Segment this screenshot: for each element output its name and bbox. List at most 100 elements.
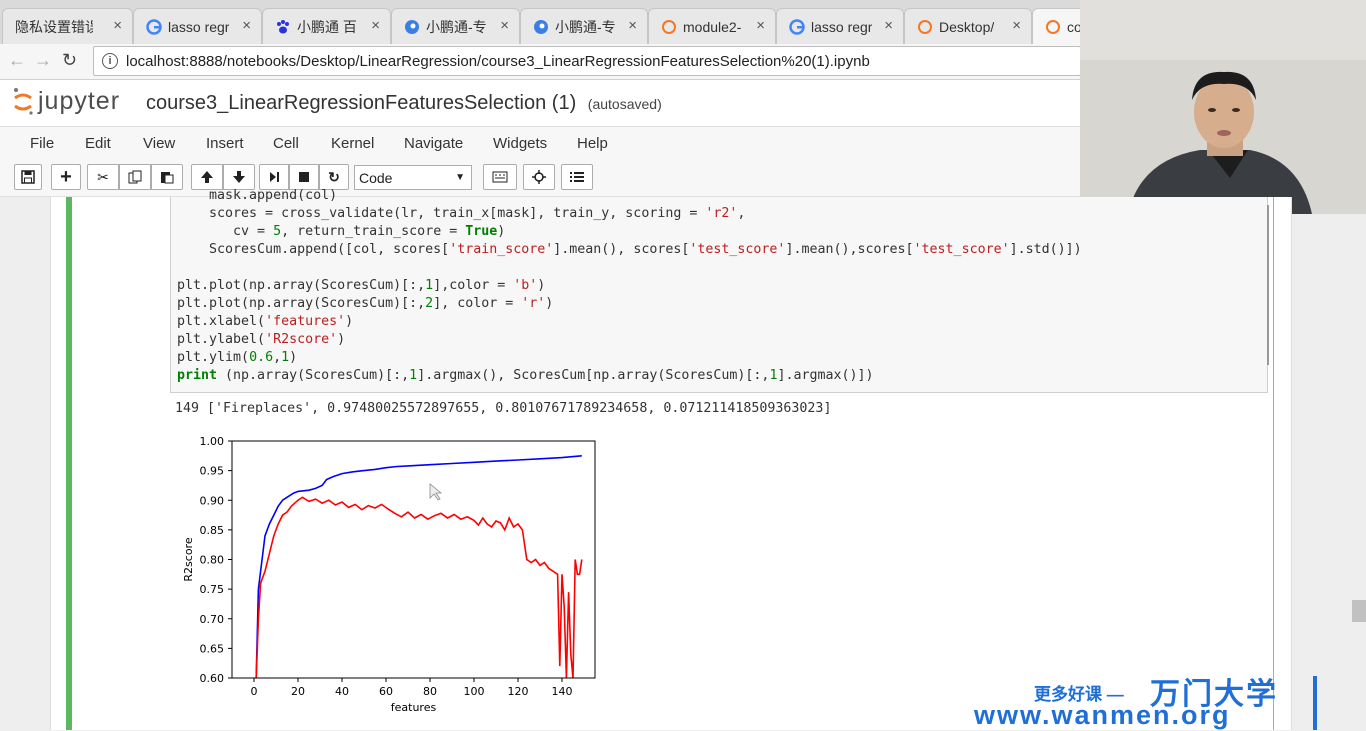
forward-arrow-icon[interactable]: →	[34, 50, 52, 71]
crosshairs-icon	[532, 170, 546, 184]
notebook-title-area[interactable]: course3_LinearRegressionFeaturesSelectio…	[146, 92, 662, 115]
browser-tab[interactable]: Desktop/ ×	[904, 8, 1032, 44]
menu-file[interactable]: File	[30, 135, 54, 152]
close-icon[interactable]: ×	[371, 17, 380, 34]
x-tick-label: 40	[335, 685, 349, 698]
floppy-disk-icon	[21, 170, 35, 184]
command-palette-button[interactable]	[483, 164, 517, 190]
y-tick-label: 0.65	[200, 642, 225, 655]
cell-type-select[interactable]: Code ▼	[354, 165, 472, 190]
menu-edit[interactable]: Edit	[85, 135, 111, 152]
close-icon[interactable]: ×	[1012, 17, 1021, 34]
restart-icon: ↻	[328, 168, 340, 185]
x-tick-label: 80	[423, 685, 437, 698]
browser-tab[interactable]: lasso regr ×	[133, 8, 262, 44]
y-axis-label: R2score	[182, 537, 195, 581]
tab-title: 小鹏通-专	[555, 18, 616, 35]
url-field[interactable]: i localhost:8888/notebooks/Desktop/Linea…	[93, 46, 1081, 76]
plus-icon: +	[60, 165, 72, 188]
stop-icon	[299, 172, 309, 182]
menu-navigate[interactable]: Navigate	[404, 135, 463, 152]
page-scrollbar-thumb[interactable]	[1352, 600, 1366, 622]
menu-insert[interactable]: Insert	[206, 135, 244, 152]
x-tick-label: 0	[251, 685, 258, 698]
jupyter-logo[interactable]: jupyter	[12, 86, 120, 116]
x-tick-label: 20	[291, 685, 305, 698]
cell-edit-indicator	[66, 197, 72, 730]
jupyter-logo-icon	[14, 88, 33, 115]
reload-icon[interactable]: ↻	[62, 50, 77, 71]
keyboard-icon	[492, 171, 508, 183]
close-icon[interactable]: ×	[884, 17, 893, 34]
menu-help[interactable]: Help	[577, 135, 608, 152]
jupyter-logo-text: jupyter	[38, 86, 121, 115]
y-tick-label: 1.00	[200, 435, 225, 448]
y-tick-label: 0.95	[200, 465, 225, 478]
browser-tab[interactable]: 小鹏通-专 ×	[391, 8, 520, 44]
insert-cell-button[interactable]: +	[51, 164, 81, 190]
arrow-down-icon	[233, 171, 245, 183]
list-icon	[570, 172, 584, 182]
tab-title: module2-	[683, 18, 742, 35]
scissors-icon: ✂	[97, 168, 109, 185]
jupyter-header: jupyter course3_LinearRegressionFeatures…	[0, 80, 1080, 126]
copy-button[interactable]	[119, 164, 151, 190]
close-icon[interactable]: ×	[500, 17, 509, 34]
code-line: scores = cross_validate(lr, train_x[mask…	[177, 206, 746, 221]
x-axis-label: features	[391, 701, 437, 714]
y-tick-label: 0.80	[200, 554, 225, 567]
browser-tab[interactable]: 隐私设置错误 ×	[2, 8, 133, 44]
browser-tab[interactable]: 小鹏通-专 ×	[520, 8, 648, 44]
code-line: plt.ylim(0.6,1)	[177, 350, 298, 365]
browser-tab[interactable]: module2- ×	[648, 8, 776, 44]
cell-type-value: Code	[359, 169, 393, 186]
menu-view[interactable]: View	[143, 135, 175, 152]
watermark-bar	[1313, 676, 1317, 730]
watermark-url: www.wanmen.org	[974, 700, 1231, 730]
paste-icon	[161, 172, 174, 184]
copy-icon	[128, 170, 142, 184]
close-icon[interactable]: ×	[628, 17, 637, 34]
jupyter-icon	[661, 19, 677, 35]
close-icon[interactable]: ×	[113, 17, 122, 34]
browser-tab[interactable]: lasso regr ×	[776, 8, 904, 44]
menu-kernel[interactable]: Kernel	[331, 135, 374, 152]
toc-button[interactable]	[561, 164, 593, 190]
tab-title: lasso regr	[811, 18, 873, 35]
arrow-up-icon	[201, 171, 213, 183]
x-tick-label: 60	[379, 685, 393, 698]
tab-title: 小鹏通 百	[297, 18, 357, 35]
info-icon[interactable]: i	[102, 53, 118, 69]
tab-title: lasso regr	[168, 18, 230, 35]
code-line: plt.plot(np.array(ScoresCum)[:,2], color…	[177, 296, 554, 311]
tab-title: 小鹏通-专	[426, 18, 487, 35]
code-cell-input[interactable]: mask.append(col) scores = cross_validate…	[170, 188, 1268, 393]
save-button[interactable]	[14, 164, 42, 190]
code-scrollbar[interactable]	[1267, 205, 1269, 365]
close-icon[interactable]: ×	[242, 17, 251, 34]
menu-bar: File Edit View Insert Cell Kernel Navigate Widg…	[0, 126, 1080, 159]
cell-output-text: 149 ['Fireplaces', 0.97480025572897655, …	[175, 401, 832, 416]
r2score-line-chart: 0 20 40 60 80 100 120 140 0.60 0.65 0.70 0.75 0.80 0.…	[182, 435, 596, 714]
blue-circle-icon	[533, 19, 549, 35]
tab-title: 隐私设置错误	[15, 18, 93, 35]
notebook-title[interactable]: course3_LinearRegressionFeaturesSelectio…	[146, 92, 576, 114]
notebook-toolbar: + ✂ ↻ Code ▼	[0, 159, 1080, 197]
step-forward-icon	[270, 172, 279, 182]
jupyter-icon	[1045, 19, 1061, 35]
back-arrow-icon[interactable]: ←	[8, 50, 26, 71]
menu-widgets[interactable]: Widgets	[493, 135, 547, 152]
y-tick-label: 0.90	[200, 494, 225, 507]
close-icon[interactable]: ×	[756, 17, 765, 34]
menu-cell[interactable]: Cell	[273, 135, 299, 152]
blue-circle-icon	[404, 19, 420, 35]
y-tick-label: 0.85	[200, 524, 225, 537]
browser-tab[interactable]: 小鹏通 百 ×	[262, 8, 391, 44]
code-line: plt.ylabel('R2score')	[177, 332, 346, 347]
cut-button[interactable]: ✂	[87, 164, 119, 190]
chevron-down-icon: ▼	[455, 172, 465, 183]
cell-toolbar-button[interactable]	[523, 164, 555, 190]
x-tick-label: 120	[508, 685, 529, 698]
code-line: plt.xlabel('features')	[177, 314, 354, 329]
presenter-video-image	[1080, 0, 1366, 214]
